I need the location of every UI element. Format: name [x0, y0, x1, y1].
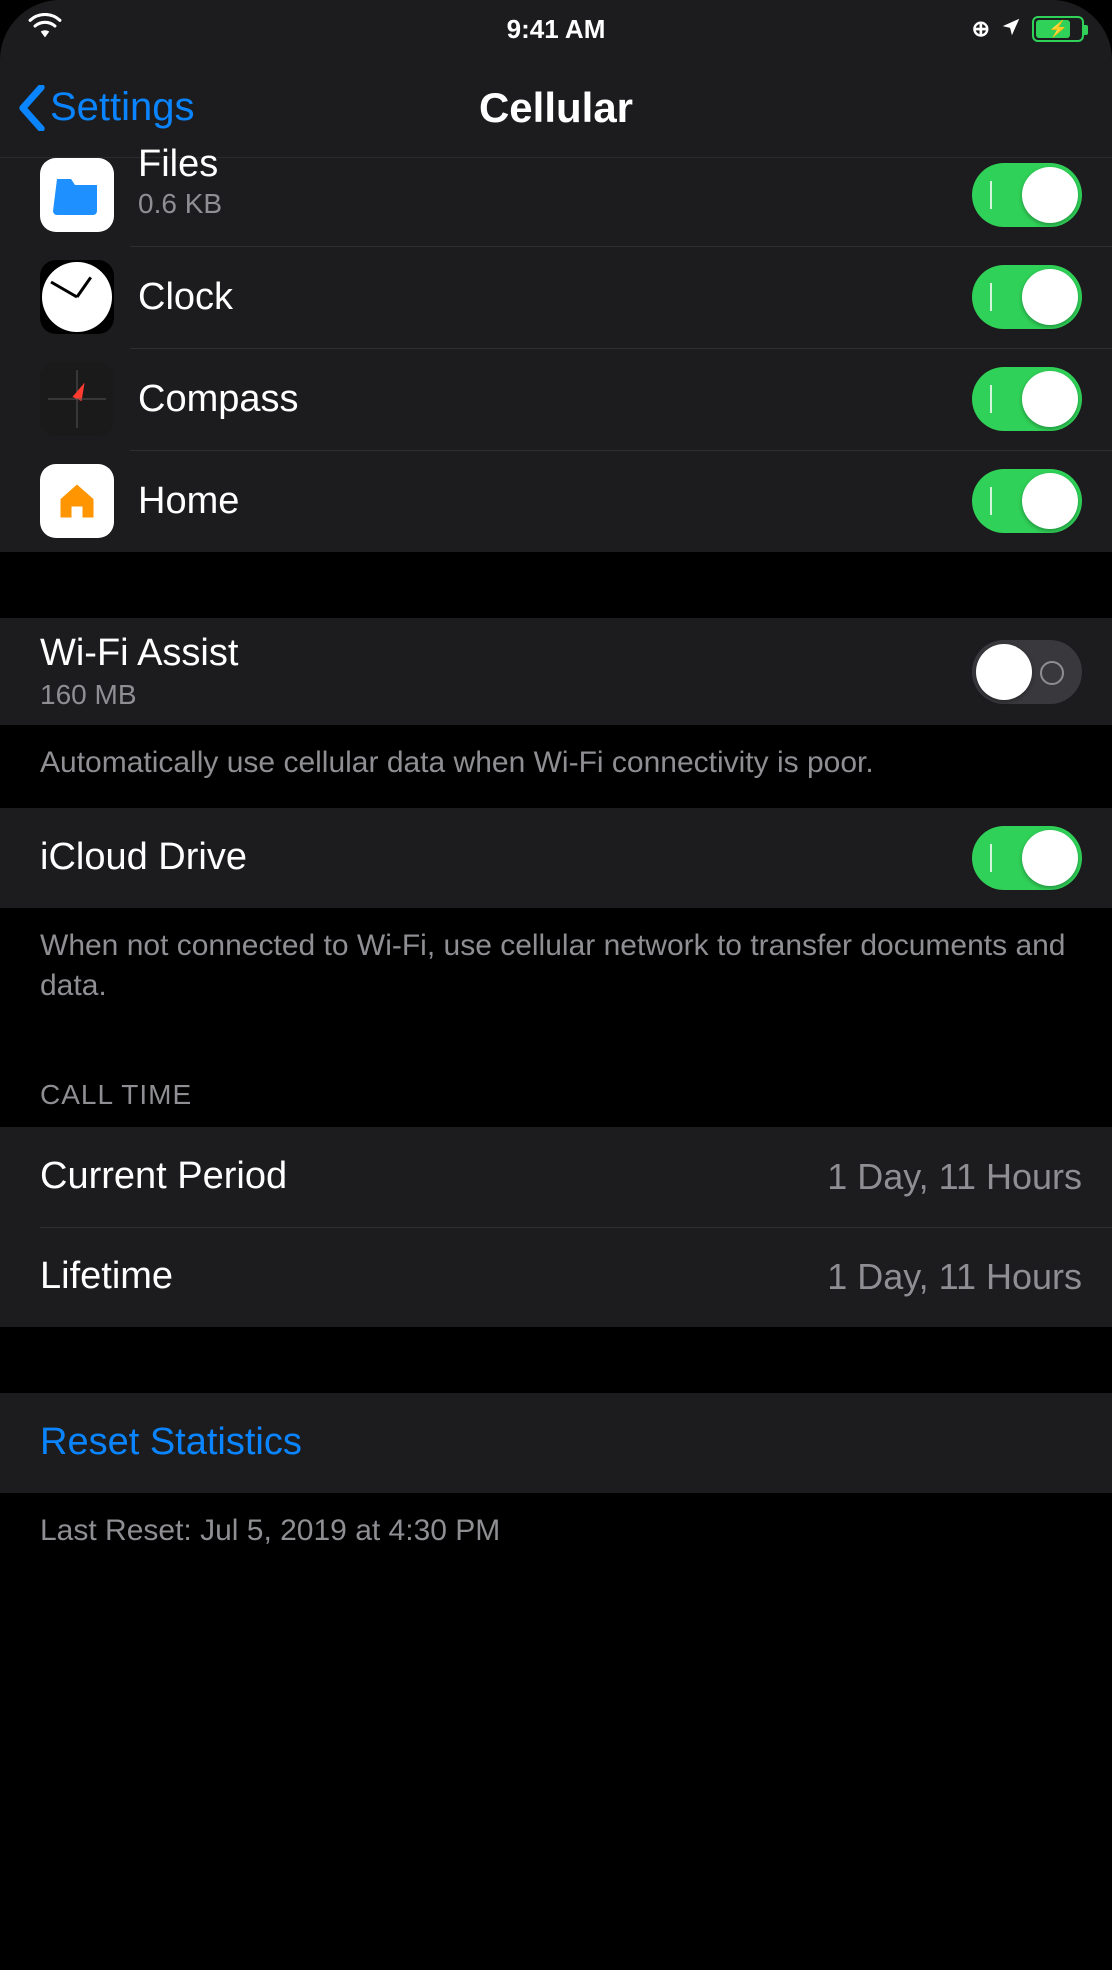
- current-period-label: Current Period: [40, 1155, 287, 1198]
- app-row-compass: Compass: [0, 348, 1112, 450]
- toggle-icloud-drive[interactable]: [972, 826, 1082, 890]
- clock-icon: [40, 260, 114, 334]
- files-icon: [40, 158, 114, 232]
- reset-label: Reset Statistics: [40, 1421, 302, 1464]
- wifi-assist-title: Wi-Fi Assist: [40, 632, 972, 675]
- app-list: Files 0.6 KB Clock Compass Home: [0, 158, 1112, 552]
- app-row-home: Home: [0, 450, 1112, 552]
- app-usage: 0.6 KB: [138, 188, 972, 220]
- back-button[interactable]: Settings: [18, 85, 195, 131]
- app-name: Compass: [138, 378, 972, 421]
- home-icon: [40, 464, 114, 538]
- app-name: Home: [138, 480, 972, 523]
- toggle-clock[interactable]: [972, 265, 1082, 329]
- call-time-header: CALL TIME: [0, 1031, 1112, 1127]
- wifi-assist-usage: 160 MB: [40, 679, 972, 711]
- app-row-files: Files 0.6 KB: [0, 158, 1112, 246]
- wifi-assist-footer: Automatically use cellular data when Wi-…: [0, 725, 1112, 808]
- last-reset-footer: Last Reset: Jul 5, 2019 at 4:30 PM: [0, 1493, 1112, 1576]
- toggle-compass[interactable]: [972, 367, 1082, 431]
- reset-group: Reset Statistics: [0, 1393, 1112, 1493]
- lifetime-value: 1 Day, 11 Hours: [827, 1256, 1082, 1298]
- status-bar: 9:41 AM ⊕ ⚡: [0, 0, 1112, 58]
- icloud-drive-row: iCloud Drive: [0, 808, 1112, 908]
- lifetime-label: Lifetime: [40, 1255, 173, 1298]
- orientation-lock-icon: ⊕: [972, 16, 990, 42]
- wifi-assist-row: Wi-Fi Assist 160 MB: [0, 618, 1112, 725]
- toggle-wifi-assist[interactable]: [972, 640, 1082, 704]
- status-time: 9:41 AM: [228, 14, 884, 45]
- toggle-files[interactable]: [972, 163, 1082, 227]
- call-time-group: Current Period 1 Day, 11 Hours Lifetime …: [0, 1127, 1112, 1327]
- app-name: Files: [138, 143, 972, 186]
- current-period-value: 1 Day, 11 Hours: [827, 1156, 1082, 1198]
- app-row-clock: Clock: [0, 246, 1112, 348]
- toggle-home[interactable]: [972, 469, 1082, 533]
- icloud-drive-footer: When not connected to Wi-Fi, use cellula…: [0, 908, 1112, 1031]
- lifetime-row: Lifetime 1 Day, 11 Hours: [0, 1227, 1112, 1327]
- reset-statistics-button[interactable]: Reset Statistics: [0, 1393, 1112, 1493]
- current-period-row: Current Period 1 Day, 11 Hours: [0, 1127, 1112, 1227]
- battery-icon: ⚡: [1032, 16, 1084, 42]
- icloud-drive-title: iCloud Drive: [40, 836, 972, 879]
- compass-icon: [40, 362, 114, 436]
- app-name: Clock: [138, 276, 972, 319]
- wifi-assist-group: Wi-Fi Assist 160 MB: [0, 618, 1112, 725]
- back-label: Settings: [50, 85, 195, 130]
- icloud-drive-group: iCloud Drive: [0, 808, 1112, 908]
- location-icon: [1000, 14, 1022, 45]
- wifi-icon: [28, 13, 62, 46]
- chevron-left-icon: [18, 85, 46, 131]
